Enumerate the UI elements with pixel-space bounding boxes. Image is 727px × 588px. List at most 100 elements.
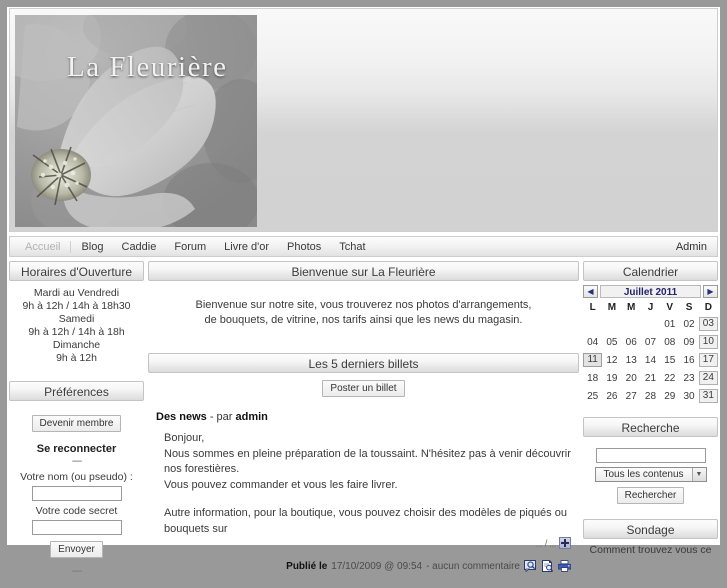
username-input[interactable] [31, 486, 122, 501]
calendar-day[interactable]: 07 [641, 333, 660, 351]
welcome-line-2: de bouquets, de vitrine, nos tarifs ains… [204, 314, 523, 326]
calendar-day-sunday[interactable]: 31 [698, 387, 718, 405]
nav-item-forum[interactable]: Forum [165, 241, 215, 253]
calendar-prev-icon[interactable]: ◀ [583, 285, 598, 298]
banner-photo: La Fleurière [15, 15, 257, 227]
hours-line: 9h à 12h [56, 352, 97, 364]
calendar-day-sunday[interactable]: 03 [698, 315, 718, 333]
nav-item-photos[interactable]: Photos [278, 241, 330, 253]
calendar-day[interactable]: 25 [583, 387, 602, 405]
nav-item-caddie[interactable]: Caddie [113, 241, 166, 253]
banner-title: La Fleurière [67, 51, 228, 83]
calendar-day[interactable]: 06 [622, 333, 641, 351]
reconnect-separator: ---- [71, 456, 82, 467]
article-footer: Publié le 17/10/2009 @ 09:54 - aucun com… [156, 550, 577, 572]
calendar-day[interactable]: 09 [679, 333, 698, 351]
block-title-poll: Sondage [583, 519, 718, 539]
welcome-text: Bienvenue sur notre site, vous trouverez… [148, 281, 579, 344]
right-sidebar: Calendrier ◀ Juillet 2011 ▶ L M M J V S … [583, 261, 718, 588]
left-sidebar: Horaires d'Ouverture Mardi au Vendredi 9… [9, 261, 144, 588]
calendar-day-sunday[interactable]: 17 [698, 351, 718, 369]
expand-icon[interactable] [559, 537, 571, 549]
poll-question: Comment trouvez vous ce [589, 544, 712, 556]
nav-admin-link[interactable]: Admin [676, 241, 717, 253]
calendar-day[interactable]: 27 [622, 387, 641, 405]
calendar-month-label: Juillet 2011 [600, 285, 701, 298]
calendar-day[interactable]: 08 [660, 333, 679, 351]
hours-line: 9h à 12h / 14h à 18h30 [22, 300, 131, 312]
chevron-down-icon[interactable]: ▼ [691, 468, 706, 481]
nav-item-livre-dor[interactable]: Livre d'or [215, 241, 278, 253]
horaires-body: Mardi au Vendredi 9h à 12h / 14h à 18h30… [9, 281, 144, 367]
calendar-day[interactable]: 19 [602, 369, 621, 387]
article: Des news - par admin Bonjour, Nous somme… [148, 407, 579, 572]
calendar-day[interactable]: 28 [641, 387, 660, 405]
comment-icon[interactable] [524, 560, 537, 572]
block-poll: Sondage Comment trouvez vous ce [583, 519, 718, 557]
content-columns: Horaires d'Ouverture Mardi au Vendredi 9… [9, 261, 718, 588]
become-member-button[interactable]: Devenir membre [31, 415, 122, 432]
block-title-preferences: Préférences [9, 381, 144, 401]
calendar-day[interactable]: 14 [641, 351, 660, 369]
calendar-day[interactable]: 04 [583, 333, 602, 351]
calendar-weekday: M [627, 302, 636, 313]
hours-line: Mardi au Vendredi [33, 287, 120, 299]
search-scope-select[interactable]: Tous les contenus ▼ [594, 467, 707, 482]
calendar-day[interactable]: 21 [641, 369, 660, 387]
calendar-week-row: 04 05 06 07 08 09 10 [583, 333, 718, 351]
password-label: Votre code secret [35, 505, 118, 517]
calendar-day[interactable]: 16 [679, 351, 698, 369]
calendar-weekday-row: L M M J V S D [583, 300, 718, 315]
hours-line: Samedi [58, 313, 95, 325]
calendar-day[interactable]: 02 [679, 315, 698, 333]
site-header: La Fleurière [9, 8, 718, 232]
password-input[interactable] [31, 520, 122, 535]
article-paragraph-1: Bonjour, Nous sommes en pleine préparati… [164, 431, 577, 493]
calendar-day[interactable]: 26 [602, 387, 621, 405]
article-read-more[interactable]: ... / ... [156, 537, 577, 550]
article-title: Des news [156, 411, 207, 423]
article-by-label: - par [209, 411, 233, 423]
left-bottom-dots: ---- [71, 566, 82, 577]
print-icon[interactable] [558, 560, 571, 572]
calendar-week-row: 25 26 27 28 29 30 31 [583, 387, 718, 405]
calendar-day[interactable]: 12 [602, 351, 621, 369]
calendar-day-today[interactable]: 11 [583, 351, 603, 369]
login-submit-button[interactable]: Envoyer [50, 541, 103, 558]
search-input[interactable] [595, 448, 706, 463]
article-p1-line1: Bonjour, [164, 432, 205, 444]
post-button-wrap: Poster un billet [148, 373, 579, 407]
preferences-body: Devenir membre Se reconnecter ---- Votre… [9, 401, 144, 579]
calendar-day[interactable]: 20 [622, 369, 641, 387]
nav-item-accueil[interactable]: Accueil [16, 241, 69, 253]
flower-photo-graphic [15, 15, 257, 227]
calendar-day[interactable]: 23 [679, 369, 698, 387]
post-article-button[interactable]: Poster un billet [322, 380, 405, 397]
calendar-week-row: 18 19 20 21 22 23 24 [583, 369, 718, 387]
calendar-next-icon[interactable]: ▶ [703, 285, 718, 298]
hours-line: 9h à 12h / 14h à 18h [28, 326, 125, 338]
preview-page-icon[interactable] [541, 560, 554, 572]
calendar-day [583, 315, 602, 333]
article-body: Bonjour, Nous sommes en pleine préparati… [156, 431, 577, 537]
calendar-weekday: S [685, 302, 693, 313]
nav-item-blog[interactable]: Blog [72, 241, 112, 253]
calendar-day[interactable]: 29 [660, 387, 679, 405]
calendar-day-sunday[interactable]: 24 [698, 369, 718, 387]
calendar-day[interactable]: 13 [622, 351, 641, 369]
username-label: Votre nom (ou pseudo) : [20, 471, 133, 483]
calendar-weekday: J [647, 302, 654, 313]
calendar-day[interactable]: 01 [660, 315, 679, 333]
calendar-day-sunday[interactable]: 10 [698, 333, 718, 351]
search-button[interactable]: Rechercher [616, 487, 685, 504]
calendar-day[interactable]: 18 [583, 369, 602, 387]
calendar-day[interactable]: 30 [679, 387, 698, 405]
calendar-weekday: V [666, 302, 674, 313]
block-title-calendar: Calendrier [583, 261, 718, 281]
nav-item-tchat[interactable]: Tchat [330, 241, 374, 253]
nav-items: Accueil Blog Caddie Forum Livre d'or Pho… [10, 240, 375, 253]
article-header: Des news - par admin [156, 411, 577, 423]
calendar-day[interactable]: 15 [660, 351, 679, 369]
calendar-day[interactable]: 22 [660, 369, 679, 387]
calendar-day[interactable]: 05 [602, 333, 621, 351]
